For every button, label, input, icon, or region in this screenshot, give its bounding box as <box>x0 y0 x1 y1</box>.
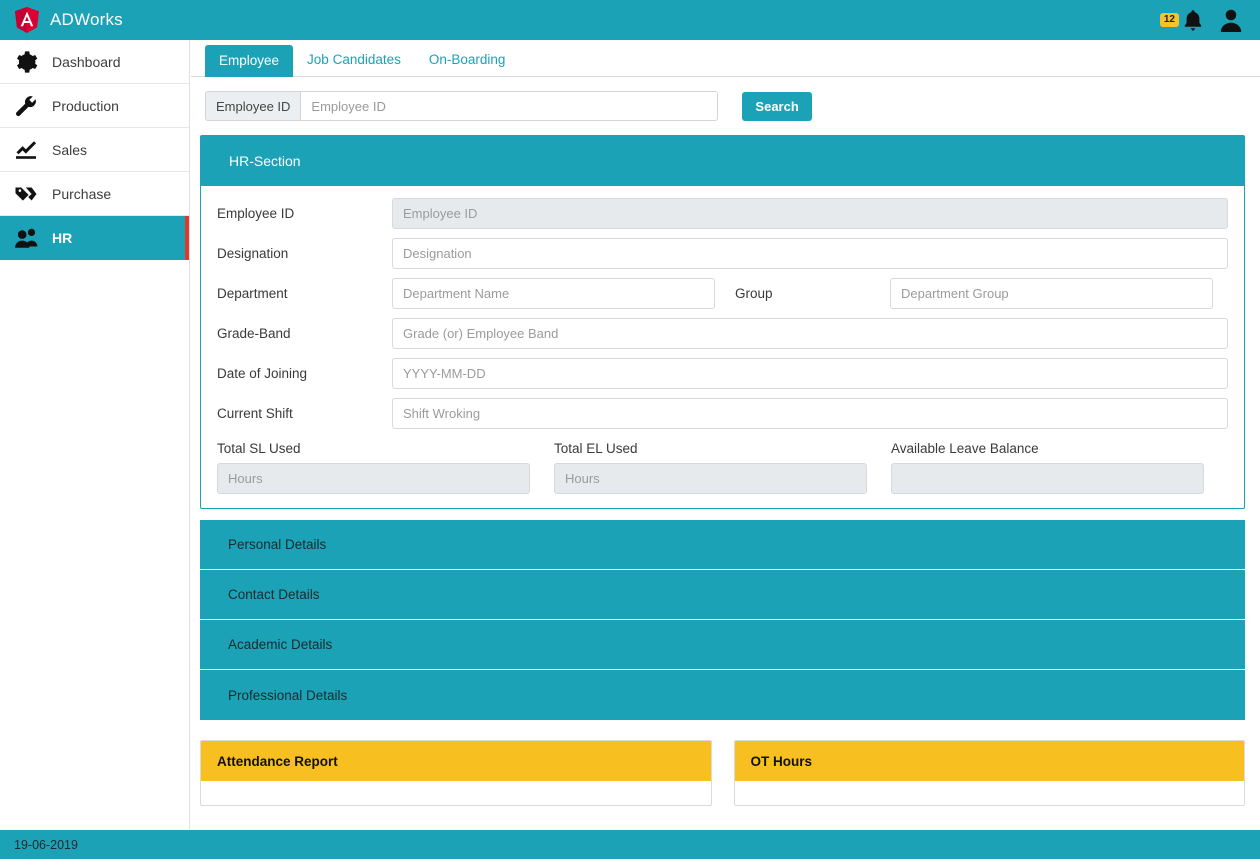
total-sl-used-label: Total SL Used <box>217 441 301 456</box>
sidebar-item-purchase[interactable]: Purchase <box>0 172 189 216</box>
brand[interactable]: ADWorks <box>0 6 123 34</box>
accordion-professional-details[interactable]: Professional Details <box>200 670 1245 720</box>
attendance-report-title: Attendance Report <box>201 741 711 781</box>
group-label: Group <box>735 286 773 301</box>
sidebar-item-sales[interactable]: Sales <box>0 128 189 172</box>
user-avatar-icon[interactable] <box>1218 7 1244 33</box>
hr-section-panel: HR-Section Employee ID Designation Depar… <box>200 135 1245 509</box>
report-cards-row: Attendance Report OT Hours <box>200 740 1245 806</box>
search-button[interactable]: Search <box>742 91 812 121</box>
sidebar-item-label: Sales <box>52 141 88 158</box>
sidebar-item-hr[interactable]: HR <box>0 216 189 260</box>
brand-name: ADWorks <box>50 10 123 29</box>
designation-label: Designation <box>217 246 289 261</box>
current-shift-label: Current Shift <box>217 406 293 421</box>
tags-icon <box>14 182 48 206</box>
attendance-report-card: Attendance Report <box>200 740 712 806</box>
employee-search-row: Employee ID Search <box>191 77 1260 121</box>
group-field[interactable] <box>890 278 1213 309</box>
people-icon <box>14 226 48 250</box>
current-shift-field[interactable] <box>392 398 1228 429</box>
main-content: Employee Job Candidates On-Boarding Empl… <box>191 40 1260 830</box>
field-row-grade-band: Grade-Band <box>217 318 1228 349</box>
leave-col-el: Total EL Used <box>554 441 891 494</box>
tab-on-boarding[interactable]: On-Boarding <box>415 44 520 76</box>
field-row-designation: Designation <box>217 238 1228 269</box>
total-sl-used-field[interactable] <box>217 463 530 494</box>
employee-id-field[interactable] <box>392 198 1228 229</box>
sidebar-item-label: Purchase <box>52 185 112 202</box>
footer-bar: 19-06-2019 <box>0 830 1260 859</box>
employee-id-input-group: Employee ID <box>205 91 719 121</box>
sidebar-item-label: Dashboard <box>52 53 121 70</box>
designation-field[interactable] <box>392 238 1228 269</box>
field-row-employee-id: Employee ID <box>217 198 1228 229</box>
ot-hours-body <box>734 781 1244 805</box>
date-of-joining-field[interactable] <box>392 358 1228 389</box>
leave-col-sl: Total SL Used <box>217 441 554 494</box>
department-field[interactable] <box>392 278 715 309</box>
tab-employee[interactable]: Employee <box>205 45 294 77</box>
accordion-personal-details[interactable]: Personal Details <box>200 520 1245 570</box>
tab-bar: Employee Job Candidates On-Boarding <box>191 40 1260 77</box>
sidebar-nav: Dashboard Production Sales Purchase HR <box>0 40 190 859</box>
sidebar-item-label: HR <box>52 230 73 246</box>
ot-hours-card: OT Hours <box>733 740 1245 806</box>
date-of-joining-label: Date of Joining <box>217 366 308 381</box>
details-accordion: Personal Details Contact Details Academi… <box>200 520 1245 720</box>
field-row-current-shift: Current Shift <box>217 398 1228 429</box>
sidebar-item-production[interactable]: Production <box>0 84 189 128</box>
accordion-academic-details[interactable]: Academic Details <box>200 620 1245 670</box>
department-label: Department <box>217 286 288 301</box>
wrench-icon <box>14 94 48 118</box>
available-leave-balance-label: Available Leave Balance <box>891 441 1039 456</box>
trending-up-icon <box>14 138 48 162</box>
leave-col-balance: Available Leave Balance <box>891 441 1228 494</box>
accordion-contact-details[interactable]: Contact Details <box>200 570 1245 620</box>
total-el-used-field[interactable] <box>554 463 867 494</box>
gear-icon <box>14 50 48 74</box>
notification-count-badge: 12 <box>1159 13 1179 27</box>
topbar-actions: 12 <box>1159 7 1260 33</box>
top-header-bar: ADWorks 12 <box>0 0 1260 40</box>
notifications-button[interactable]: 12 <box>1159 8 1204 32</box>
hr-section-title: HR-Section <box>201 136 1244 186</box>
leave-summary-row: Total SL Used Total EL Used Available Le… <box>217 441 1228 494</box>
ot-hours-title: OT Hours <box>734 741 1244 781</box>
field-row-department-group: Department Group <box>217 278 1228 309</box>
field-row-date-of-joining: Date of Joining <box>217 358 1228 389</box>
tab-job-candidates[interactable]: Job Candidates <box>293 44 415 76</box>
employee-id-label: Employee ID <box>217 206 295 221</box>
footer-date: 19-06-2019 <box>14 837 78 852</box>
total-el-used-label: Total EL Used <box>554 441 638 456</box>
employee-id-addon-label: Employee ID <box>205 91 301 121</box>
hr-section-body: Employee ID Designation Department Group… <box>201 186 1244 508</box>
grade-band-field[interactable] <box>392 318 1228 349</box>
grade-band-label: Grade-Band <box>217 326 291 341</box>
sidebar-item-label: Production <box>52 97 119 114</box>
available-leave-balance-field[interactable] <box>891 463 1204 494</box>
employee-id-search-input[interactable] <box>300 91 719 121</box>
attendance-report-body <box>201 781 711 805</box>
sidebar-item-dashboard[interactable]: Dashboard <box>0 40 189 84</box>
bell-icon[interactable] <box>1182 8 1204 32</box>
angular-shield-icon <box>14 6 40 34</box>
